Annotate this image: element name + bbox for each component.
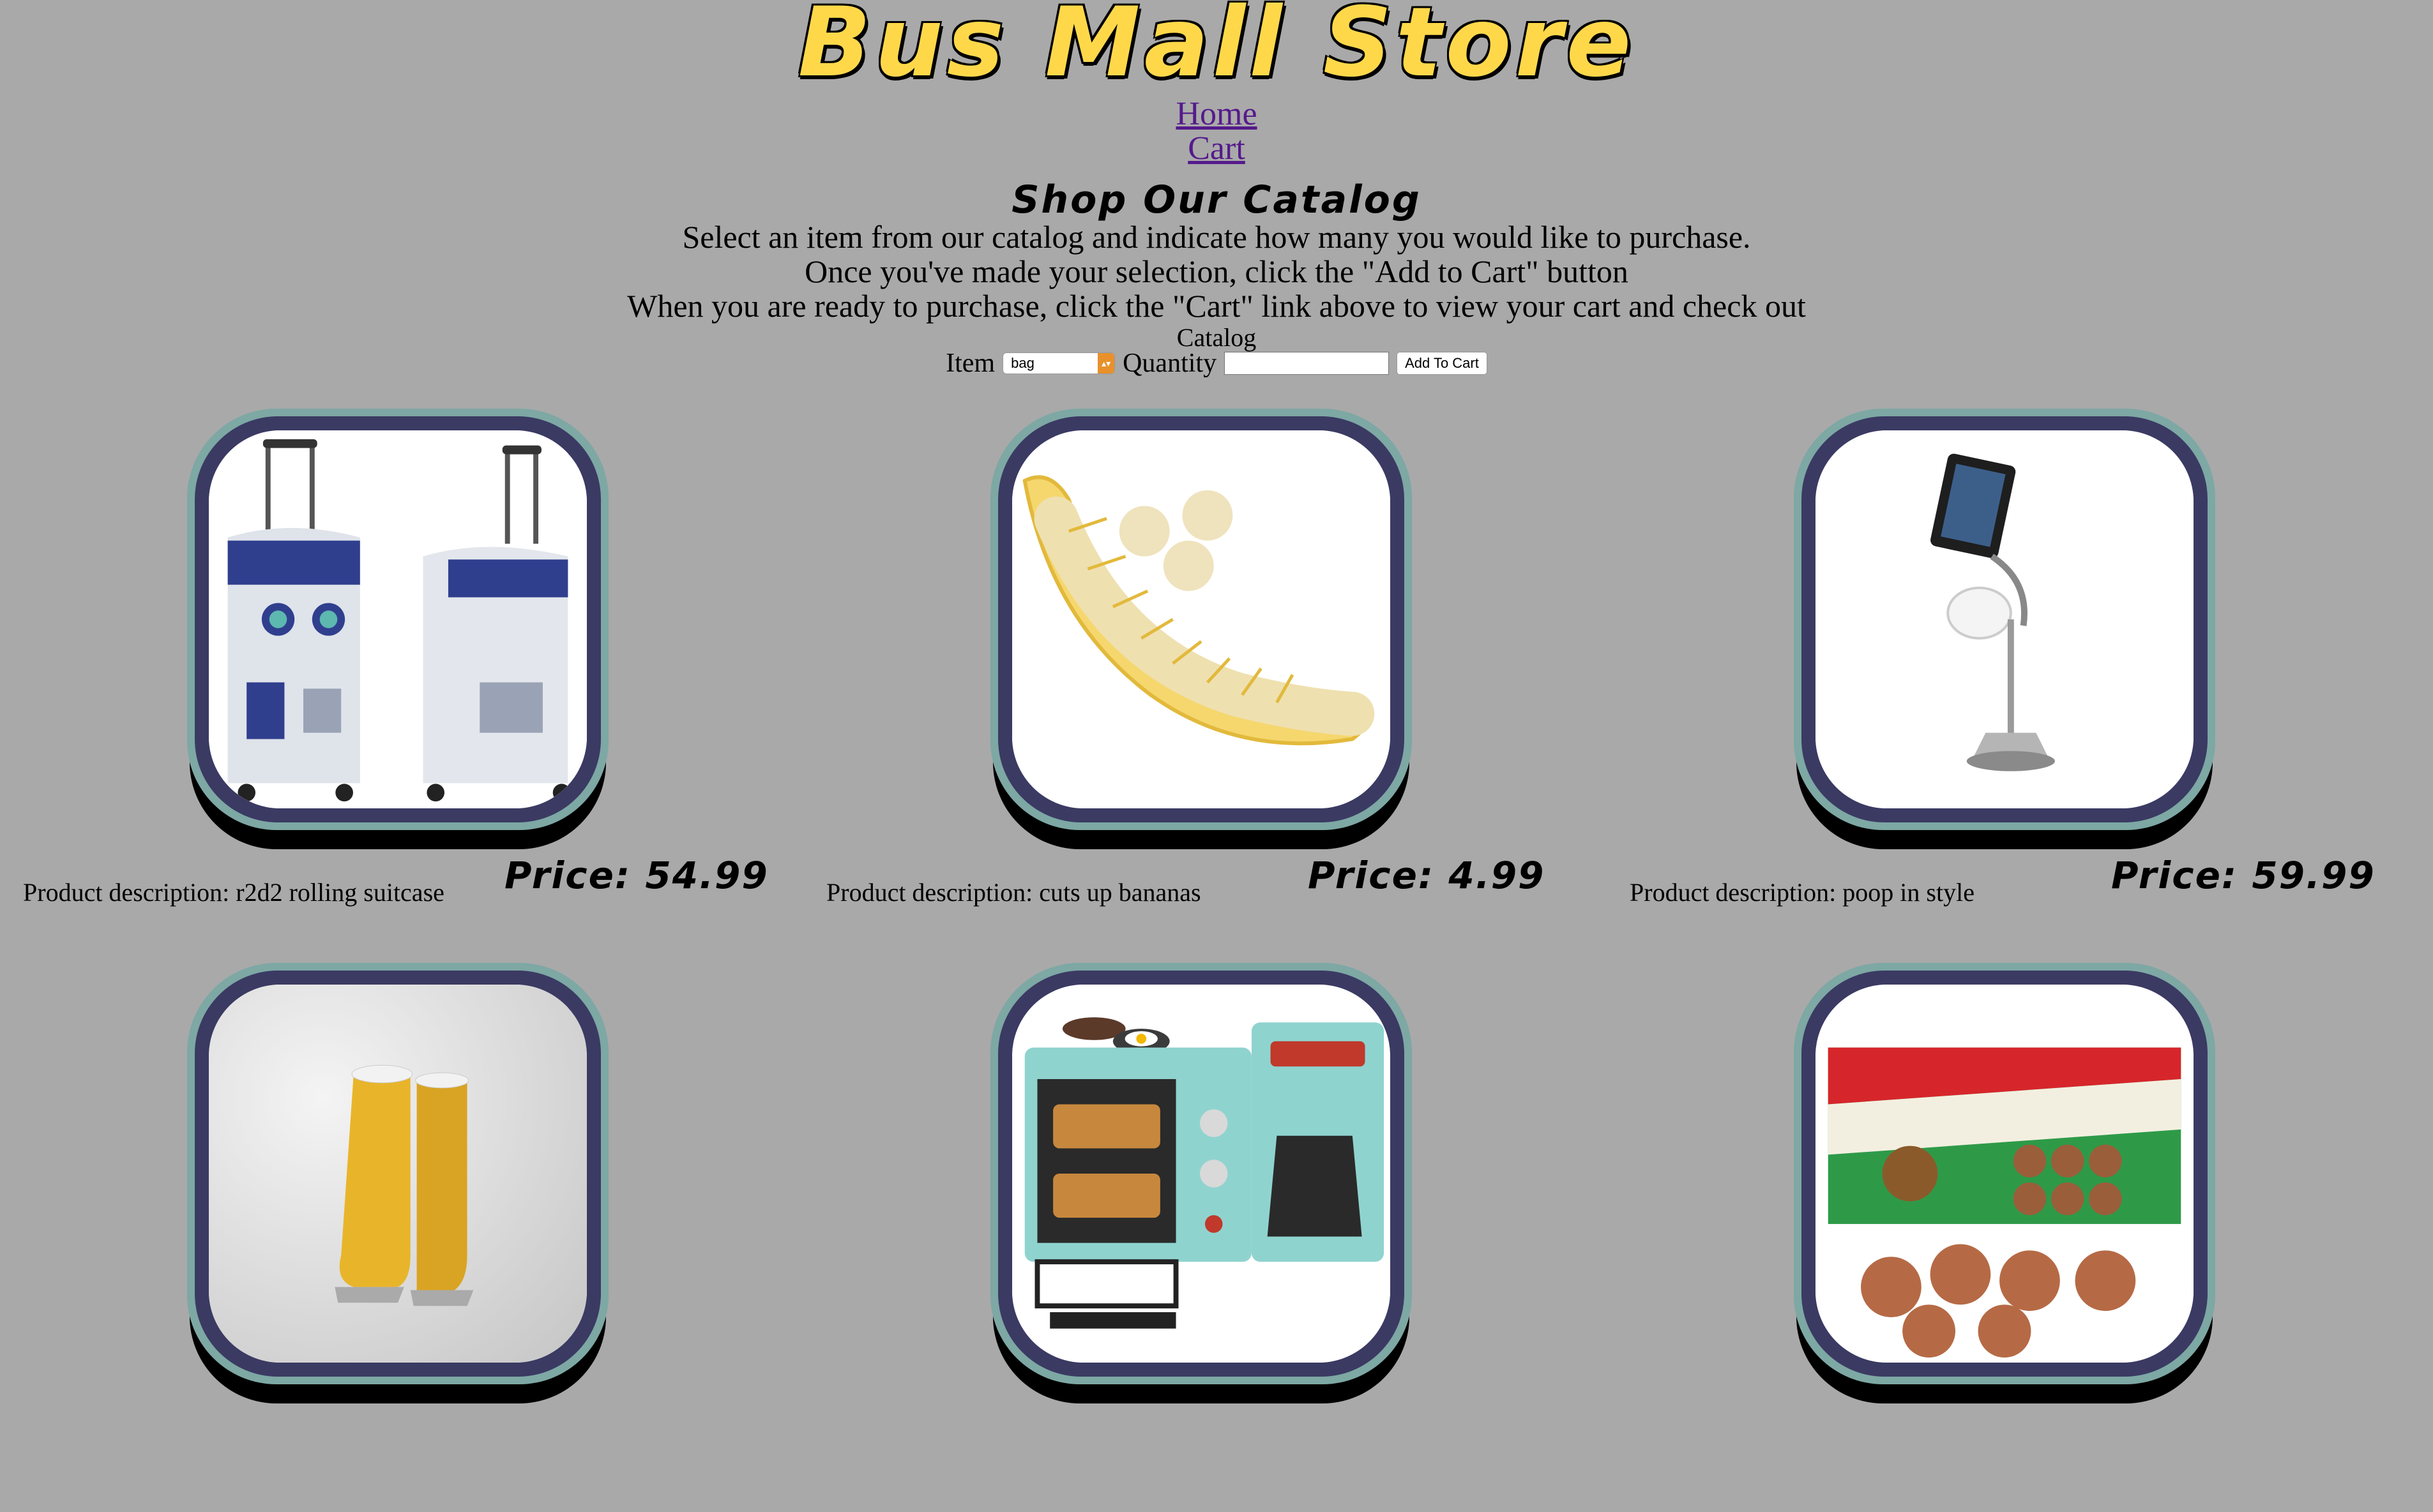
item-select-value: bag — [1011, 355, 1035, 371]
r2d2-suitcase-image — [209, 430, 587, 808]
breakfast-maker-icon — [1012, 985, 1390, 1363]
product-card — [0, 963, 803, 1512]
product-image-frame[interactable] — [187, 963, 609, 1384]
product-image-frame[interactable] — [990, 409, 1412, 830]
r2d2-suitcase-icon — [209, 430, 587, 808]
catalog-form: Item bag ▴▾ Quantity Add To Cart — [0, 348, 2433, 379]
product-card — [1607, 963, 2410, 1512]
product-card: Product description: r2d2 rolling suitca… — [0, 409, 803, 958]
product-image-frame[interactable] — [187, 409, 609, 830]
item-label: Item — [946, 349, 996, 378]
main-nav: Home Cart — [0, 97, 2433, 166]
instruction-line: Once you've made your selection, click t… — [805, 253, 1628, 289]
boots-icon — [209, 985, 587, 1363]
nav-cart-link[interactable]: Cart — [0, 132, 2433, 166]
select-arrows-icon: ▴▾ — [1098, 353, 1115, 374]
meatball-gum-icon — [1815, 985, 2194, 1363]
open-toe-boots-image — [209, 985, 587, 1363]
catalog-heading: Shop Our Catalog — [1012, 178, 1421, 222]
toilet-paper-ipad-stand-image — [1815, 430, 2194, 808]
quantity-label: Quantity — [1123, 349, 1217, 378]
store-logo-title: Bus Mall Store — [798, 0, 1635, 98]
product-card — [803, 963, 1607, 1512]
instruction-line: When you are ready to purchase, click th… — [627, 288, 1806, 324]
product-description: Product description: r2d2 rolling suitca… — [23, 878, 444, 907]
product-description: Product description: cuts up bananas — [826, 878, 1201, 907]
add-to-cart-button[interactable]: Add To Cart — [1397, 352, 1487, 375]
product-price: Price: 59.99 — [2111, 854, 2376, 897]
instruction-line: Select an item from our catalog and indi… — [682, 219, 1751, 255]
banana-slicer-image — [1012, 430, 1390, 808]
meatball-bubble-gum-image — [1815, 985, 2194, 1363]
product-price: Price: 4.99 — [1308, 854, 1545, 897]
product-price: Price: 54.99 — [504, 854, 769, 897]
product-image-frame[interactable] — [1794, 409, 2215, 830]
item-select[interactable]: bag ▴▾ — [1003, 352, 1116, 374]
banana-slicer-icon — [1012, 430, 1390, 808]
breakfast-maker-image — [1012, 985, 1390, 1363]
product-image-frame[interactable] — [1794, 963, 2215, 1384]
nav-home-link[interactable]: Home — [0, 97, 2433, 132]
product-description: Product description: poop in style — [1630, 878, 1974, 907]
catalog-instructions: Select an item from our catalog and indi… — [0, 220, 2433, 323]
product-card: Product description: cuts up bananas Pri… — [803, 409, 1607, 958]
product-card: Product description: poop in style Price… — [1607, 409, 2410, 958]
product-image-frame[interactable] — [990, 963, 1412, 1384]
ipad-stand-icon — [1815, 430, 2194, 808]
quantity-input[interactable] — [1224, 352, 1390, 375]
